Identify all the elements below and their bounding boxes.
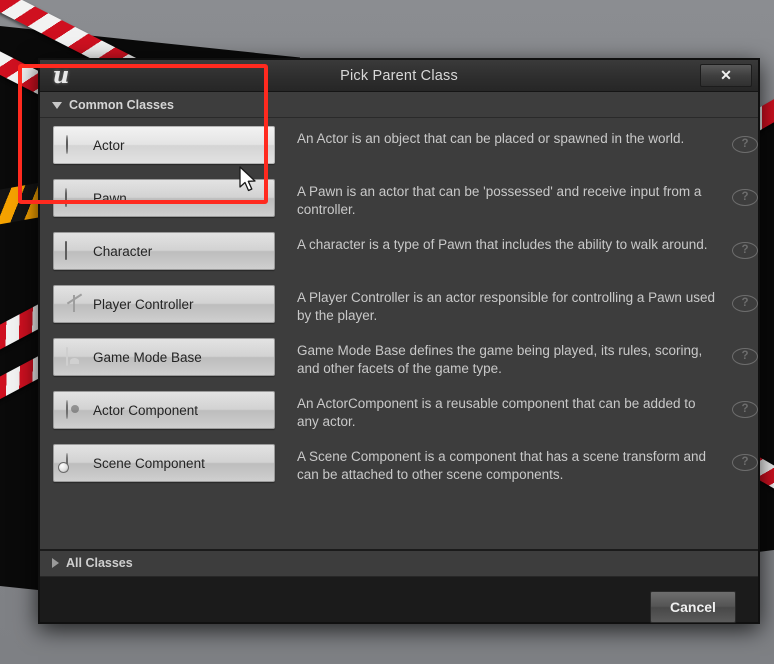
help-icon[interactable]: ? [732, 401, 758, 418]
class-description: A Scene Component is a component that ha… [297, 449, 706, 482]
class-description: A character is a type of Pawn that inclu… [297, 237, 708, 252]
dialog-footer: Cancel [40, 576, 758, 623]
class-button-label: Game Mode Base [93, 349, 202, 365]
class-description: An ActorComponent is a reusable componen… [297, 396, 696, 429]
class-description: A Player Controller is an actor responsi… [297, 290, 715, 323]
cancel-button[interactable]: Cancel [650, 590, 736, 623]
class-button-label: Player Controller [93, 296, 194, 312]
class-row: Actor Component An ActorComponent is a re… [40, 391, 758, 444]
class-button-actor[interactable]: Actor [53, 126, 275, 164]
class-button-label: Actor [93, 137, 125, 153]
class-button-character[interactable]: Character [53, 232, 275, 270]
pick-parent-class-dialog: u Pick Parent Class ✕ Common Classes Act… [38, 58, 760, 624]
class-button-label: Scene Component [93, 455, 205, 471]
unreal-engine-logo-icon: u [52, 62, 70, 89]
help-icon[interactable]: ? [732, 454, 758, 471]
class-row: Scene Component A Scene Component is a co… [40, 444, 758, 497]
class-button-label: Pawn [93, 190, 127, 206]
dialog-titlebar[interactable]: u Pick Parent Class ✕ [40, 60, 758, 92]
class-button-game-mode-base[interactable]: Game Mode Base [53, 338, 275, 376]
class-button-player-controller[interactable]: Player Controller [53, 285, 275, 323]
screen: u Pick Parent Class ✕ Common Classes Act… [0, 0, 774, 664]
class-row: Pawn A Pawn is an actor that can be 'poss… [40, 179, 758, 232]
help-icon[interactable]: ? [732, 189, 758, 206]
scene-component-icon [65, 452, 84, 473]
game-mode-icon [65, 346, 84, 367]
class-description: A Pawn is an actor that can be 'possesse… [297, 184, 702, 217]
close-icon[interactable]: ✕ [700, 64, 752, 87]
class-button-scene-component[interactable]: Scene Component [53, 444, 275, 482]
class-row: Player Controller A Player Controller is … [40, 285, 758, 338]
class-button-label: Character [93, 243, 153, 259]
chevron-down-icon [52, 102, 62, 109]
dialog-title: Pick Parent Class [340, 67, 458, 84]
class-button-actor-component[interactable]: Actor Component [53, 391, 275, 429]
section-label-common-classes: Common Classes [69, 97, 174, 112]
help-icon[interactable]: ? [732, 136, 758, 153]
class-button-pawn[interactable]: Pawn [53, 179, 275, 217]
sphere-icon [65, 134, 84, 155]
help-icon[interactable]: ? [732, 242, 758, 259]
common-classes-list: Actor An Actor is an object that can be p… [40, 118, 758, 549]
help-icon[interactable]: ? [732, 295, 758, 312]
class-button-label: Actor Component [93, 402, 199, 418]
class-description: An Actor is an object that can be placed… [297, 131, 685, 146]
section-header-common-classes[interactable]: Common Classes [40, 92, 758, 118]
class-row: Character A character is a type of Pawn t… [40, 232, 758, 285]
help-icon[interactable]: ? [732, 348, 758, 365]
actor-component-icon [65, 399, 84, 420]
pawn-icon [65, 187, 84, 208]
section-header-all-classes[interactable]: All Classes [40, 548, 758, 577]
section-label-all-classes: All Classes [66, 556, 133, 570]
class-description: Game Mode Base defines the game being pl… [297, 343, 703, 376]
chevron-right-icon [52, 558, 59, 568]
class-row: Actor An Actor is an object that can be p… [40, 126, 758, 179]
class-row: Game Mode Base Game Mode Base defines the… [40, 338, 758, 391]
capsule-icon [65, 240, 84, 261]
player-controller-icon [65, 295, 84, 314]
